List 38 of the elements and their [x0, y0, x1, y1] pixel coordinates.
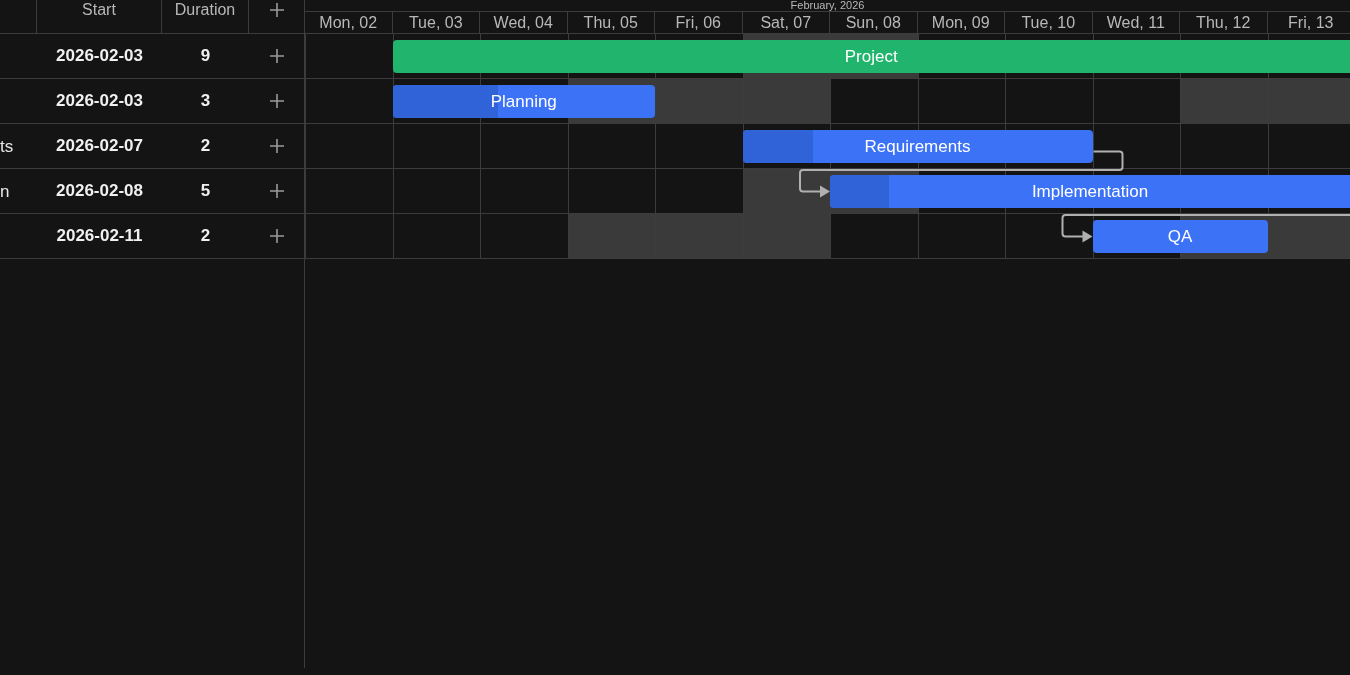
- day-label: Tue, 03: [408, 14, 463, 31]
- task-bar[interactable]: Planning: [392, 85, 655, 118]
- day-label: Wed, 04: [493, 14, 553, 31]
- start-date: 2026-02-07: [56, 135, 143, 158]
- day-label: Tue, 10: [1021, 14, 1076, 31]
- start-date: 2026-02-08: [56, 180, 143, 203]
- start-date: 2026-02-03: [56, 45, 143, 68]
- bar-label: Project: [844, 45, 898, 68]
- task-bar[interactable]: Implementation: [830, 175, 1350, 208]
- add-column-icon[interactable]: [268, 2, 285, 18]
- bar-label: Planning: [490, 90, 557, 113]
- summary-bar[interactable]: Project: [392, 40, 1350, 73]
- column-header: Start: [82, 0, 116, 20]
- day-label: Mon, 02: [319, 14, 378, 31]
- day-label: Sat, 07: [760, 14, 812, 31]
- duration-value: 3: [200, 90, 211, 113]
- day-label: Thu, 05: [583, 14, 638, 31]
- day-label: Fri, 13: [1288, 14, 1334, 31]
- bar-label: Requirements: [864, 135, 971, 158]
- task-name: ts: [0, 137, 14, 155]
- day-label: Sun, 08: [845, 14, 901, 31]
- column-header: Duration: [174, 0, 236, 20]
- task-bar[interactable]: QA: [1092, 220, 1268, 253]
- bar-label: QA: [1167, 225, 1193, 248]
- day-label: Fri, 06: [675, 14, 721, 31]
- month-label: February, 2026: [790, 0, 865, 11]
- duration-value: 2: [200, 135, 211, 158]
- duration-value: 9: [200, 45, 211, 68]
- day-label: Mon, 09: [931, 14, 990, 31]
- task-name: n: [0, 182, 10, 200]
- task-bar[interactable]: Requirements: [742, 130, 1093, 163]
- bar-label: Implementation: [1031, 180, 1149, 203]
- duration-value: 2: [200, 225, 211, 248]
- start-date: 2026-02-03: [56, 90, 143, 113]
- duration-value: 5: [200, 180, 211, 203]
- day-label: Wed, 11: [1106, 14, 1165, 31]
- day-label: Thu, 12: [1196, 14, 1251, 31]
- start-date: 2026-02-11: [56, 225, 143, 248]
